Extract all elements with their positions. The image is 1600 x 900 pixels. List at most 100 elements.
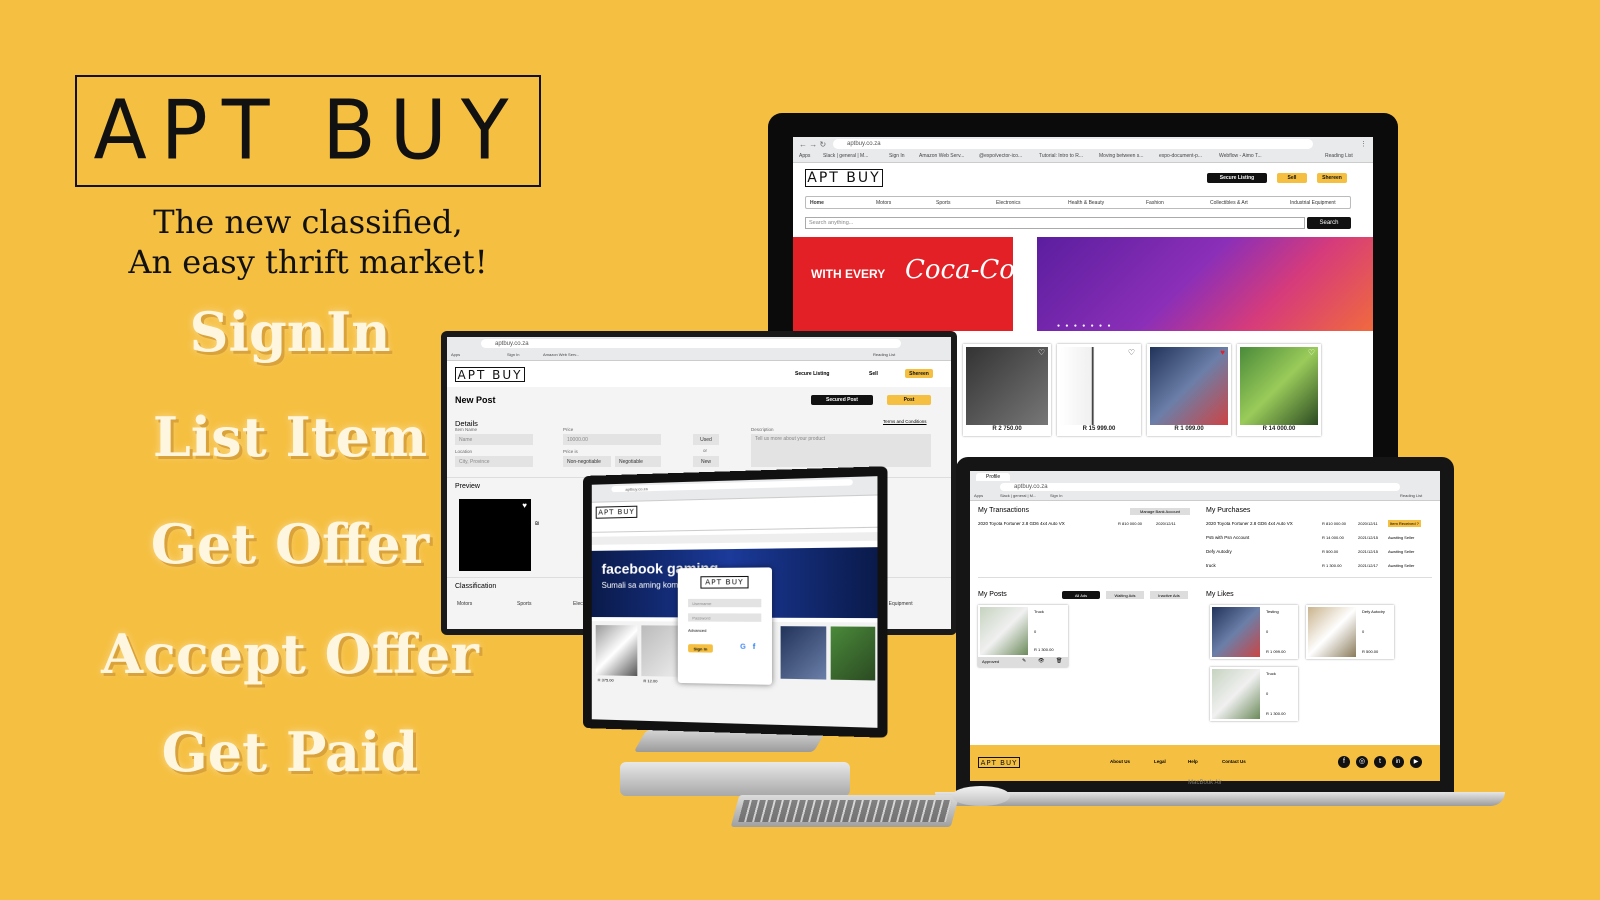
bookmark-expo[interactable]: @expo/vector-ico... [979,153,1022,159]
nav-home[interactable]: Home [810,200,824,206]
nav-sports[interactable]: Sports [936,200,950,206]
footer-logo[interactable]: APT BUY [978,757,1020,768]
class-sports[interactable]: Sports [517,601,531,607]
heart-icon[interactable]: ♥ [522,501,527,510]
bookmark-slack[interactable]: Slack | general | M... [823,153,868,159]
username-input[interactable]: Username [688,599,761,607]
secure-listing-link[interactable]: Secure Listing [795,371,829,377]
heart-icon[interactable]: ♡ [1038,348,1045,357]
footer-about[interactable]: About Us [1110,759,1130,764]
bookmark-apps[interactable]: Apps [799,153,810,159]
nav-health-beauty[interactable]: Health & Beauty [1068,200,1104,206]
price-input[interactable]: 10000.00 [563,434,661,445]
bookmark-moving[interactable]: Moving between s... [1099,153,1143,159]
nav-industrial[interactable]: Industrial Equipment [1290,200,1336,206]
purchase-status-badge[interactable]: Item Received ? [1388,520,1421,527]
manage-bank-button[interactable]: Manage Bank Account [1130,508,1190,515]
like-card[interactable]: Defy Autodry 0 R 500.00 [1306,605,1394,659]
non-negotiable-toggle[interactable]: Non-negotiable [563,456,611,467]
heart-icon-liked[interactable]: ♥ [1220,348,1225,357]
product-image[interactable] [596,625,638,676]
address-bar[interactable]: aptbuy.co.za [481,339,901,348]
facebook-icon[interactable]: f [753,644,755,651]
menu-dots-icon[interactable]: ⋮ [1360,140,1367,148]
footer-contact[interactable]: Contact Us [1222,759,1246,764]
bookmark-reading-list[interactable]: Reading List [1325,153,1353,159]
post-button[interactable]: Post [887,395,931,405]
terms-link[interactable]: Terms and Conditions [883,419,927,424]
search-input[interactable] [592,532,878,545]
site-logo[interactable]: APT BUY [805,169,883,187]
post-card[interactable]: Truck 0 R 1 300.00 Approved ✎ 👁 🗑 [978,605,1068,667]
item-name-input[interactable]: Name [455,434,533,445]
bookmark-reading-list[interactable]: Reading List [873,352,895,357]
heart-icon[interactable]: ♡ [1128,348,1135,357]
advanced-link[interactable]: Advanced [688,628,706,633]
product-card[interactable]: ♡ R 2 750.00 [963,344,1051,436]
tab-all-ads[interactable]: All Ads [1062,591,1100,599]
carousel-dots[interactable]: ● ● ● ● ● ● ● [1057,323,1112,329]
promo-banner[interactable]: ● ● ● ● ● ● ● [1037,237,1373,331]
view-icon[interactable]: 👁 [1038,658,1044,664]
nav-fashion[interactable]: Fashion [1146,200,1164,206]
user-button[interactable]: Shereen [1317,173,1347,183]
bookmark-webflow[interactable]: Webflow - Aimo T... [1219,153,1262,159]
bookmark-signin[interactable]: Sign In [1050,493,1062,498]
search-input[interactable]: Search anything... [805,217,1305,229]
bookmark-reading-list[interactable]: Reading List [1400,493,1422,498]
product-card[interactable]: ♥ R 1 099.00 [1147,344,1231,436]
bookmark-slack[interactable]: Slack | general | M... [1000,493,1036,498]
sell-link[interactable]: Sell [869,371,878,377]
location-input[interactable]: City, Province [455,456,533,467]
like-card[interactable]: Truck 0 R 1 300.00 [1210,667,1298,721]
footer-help[interactable]: Help [1188,759,1198,764]
secured-post-button[interactable]: Secured Post [811,395,873,405]
nav-motors[interactable]: Motors [876,200,891,206]
new-toggle[interactable]: New [693,456,719,467]
footer-legal[interactable]: Legal [1154,759,1166,764]
bookmark-tutorial[interactable]: Tutorial: Intro to R... [1039,153,1083,159]
bookmark-aws[interactable]: Amazon Web Serv... [919,153,964,159]
sign-in-button[interactable]: Sign In [688,644,713,653]
nav-collectibles[interactable]: Collectibles & Art [1210,200,1248,206]
product-card[interactable]: ♡ R 14 000.00 [1237,344,1321,436]
user-button[interactable]: Shereen [905,369,933,378]
tab-inactive-ads[interactable]: Inactive Ads [1150,591,1188,599]
search-button[interactable]: Search [1307,217,1351,229]
heart-icon[interactable]: ♡ [1308,348,1315,357]
google-icon[interactable]: G [740,644,746,651]
linkedin-icon[interactable]: in [1392,756,1404,768]
twitter-icon[interactable]: t [1374,756,1386,768]
address-bar[interactable]: aptbuy.co.za [611,479,852,492]
bookmark-expo-doc[interactable]: expo-document-p... [1159,153,1202,159]
site-logo[interactable]: APT BUY [596,506,638,519]
product-image[interactable] [831,626,876,680]
product-card[interactable]: ♡ R 15 999.00 [1057,344,1141,436]
secure-listing-button[interactable]: Secure Listing [1207,173,1267,183]
bookmark-apps[interactable]: Apps [451,352,460,357]
password-input[interactable]: Password [688,613,761,622]
instagram-icon[interactable]: ◎ [1356,756,1368,768]
tab-profile[interactable]: Profile [976,473,1010,481]
sell-button[interactable]: Sell [1277,173,1307,183]
negotiable-toggle[interactable]: Negotiable [615,456,661,467]
delete-icon[interactable]: 🗑 [1056,658,1062,664]
class-motors[interactable]: Motors [457,601,472,607]
facebook-icon[interactable]: f [1338,756,1350,768]
bookmark-signin[interactable]: Sign In [889,153,905,159]
bookmark-signin[interactable]: Sign In [507,352,519,357]
edit-icon[interactable]: ✎ [1022,658,1026,664]
back-arrow-icon[interactable]: ← → ↻ [799,140,826,149]
bookmark-aws[interactable]: Amazon Web Serv... [543,352,579,357]
description-textarea[interactable]: Tell us more about your product [751,434,931,467]
address-bar[interactable]: aptbuy.co.za [833,139,1313,149]
like-card[interactable]: Testing 0 R 1 099.00 [1210,605,1298,659]
site-logo[interactable]: APT BUY [455,367,525,382]
coca-cola-banner[interactable]: WITH EVERY Coca-Cola [793,237,1013,331]
nav-electronics[interactable]: Electronics [996,200,1020,206]
used-toggle[interactable]: Used [693,434,719,445]
address-bar[interactable]: aptbuy.co.za [1000,483,1400,491]
youtube-icon[interactable]: ▶ [1410,756,1422,768]
product-image[interactable] [781,626,827,679]
tab-waiting-ads[interactable]: Waiting Ads [1106,591,1144,599]
